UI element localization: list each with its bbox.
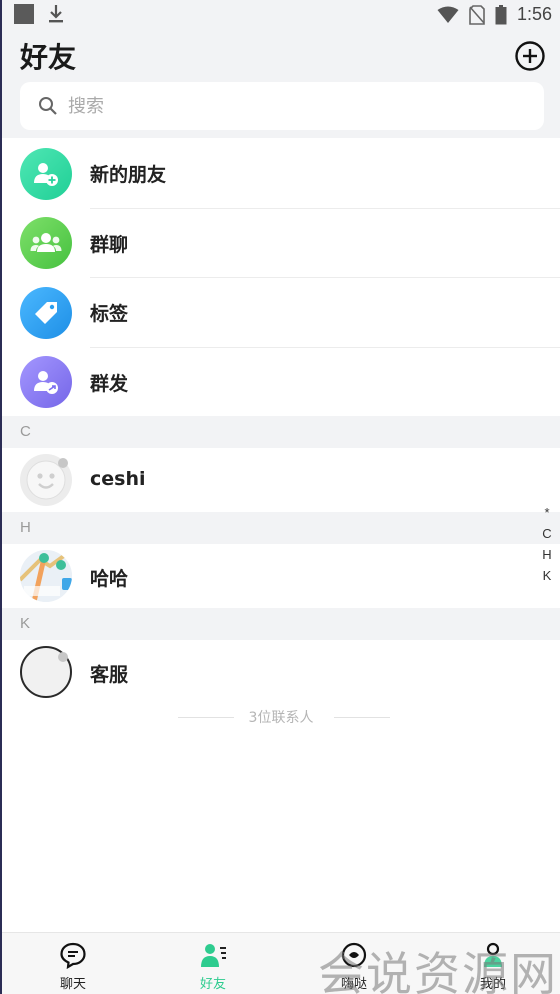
header: 好友: [2, 30, 560, 138]
menu-item-broadcast[interactable]: 群发: [2, 347, 560, 417]
menu-list: 新的朋友 群聊 标签 群发: [2, 139, 560, 417]
section-header-h: H: [2, 512, 560, 544]
section-letter: H: [20, 519, 31, 536]
section-letter: C: [20, 423, 31, 440]
contact-row-ceshi[interactable]: ceshi: [2, 448, 560, 512]
divider: [334, 717, 390, 718]
status-dot: [58, 652, 68, 662]
contact-row-kefu[interactable]: 客服: [2, 640, 560, 704]
chat-bubble-icon: [60, 942, 86, 969]
index-letter[interactable]: H: [542, 544, 551, 565]
battery-icon: [495, 4, 507, 24]
tab-profile[interactable]: 我的: [453, 939, 533, 993]
tab-label: 聊天: [59, 977, 86, 992]
menu-item-label: 新的朋友: [90, 164, 167, 187]
search-icon: [39, 97, 57, 115]
status-dot: [58, 458, 68, 468]
status-bar: 1:56: [2, 0, 560, 30]
menu-item-label: 群聊: [90, 233, 129, 256]
menu-item-label: 标签: [90, 303, 129, 326]
section-header-c: C: [2, 416, 560, 448]
menu-item-group-chat[interactable]: 群聊: [2, 208, 560, 278]
notification-square-icon: [14, 4, 34, 24]
tab-label: 我的: [479, 977, 506, 992]
group-icon: [20, 217, 72, 270]
tab-chat[interactable]: 聊天: [33, 939, 113, 993]
screen: 1:56 好友 搜索 新的朋友 群聊 标签 群发 C ceshi H 哈哈 K …: [0, 0, 560, 994]
add-button[interactable]: [514, 40, 546, 72]
menu-item-label: 群发: [90, 372, 129, 395]
tab-label: 嗨哒: [340, 977, 367, 992]
tab-label: 好友: [199, 977, 226, 992]
search-box[interactable]: [20, 82, 544, 130]
section-letter: K: [20, 615, 31, 632]
menu-item-tags[interactable]: 标签: [2, 278, 560, 348]
menu-item-new-friends[interactable]: 新的朋友: [2, 139, 560, 209]
avatar: [20, 550, 72, 602]
broadcast-icon: [20, 356, 72, 409]
contact-name: 客服: [90, 664, 129, 686]
contact-count: 3位联系人: [2, 705, 560, 729]
tag-icon: [20, 286, 72, 339]
contact-name: ceshi: [90, 468, 146, 490]
index-letter[interactable]: C: [542, 523, 551, 544]
index-letter[interactable]: *: [544, 502, 549, 523]
search-input[interactable]: [68, 95, 508, 117]
download-icon: [49, 5, 63, 23]
contact-name: 哈哈: [90, 568, 129, 590]
no-sim-icon: [469, 4, 485, 25]
wifi-icon: [437, 6, 459, 23]
status-time: 1:56: [516, 4, 552, 24]
profile-icon: [484, 942, 502, 967]
tab-contacts[interactable]: 好友: [173, 939, 253, 993]
alphabet-index-bar[interactable]: * C H K: [540, 502, 554, 586]
index-letter[interactable]: K: [543, 565, 552, 586]
bottom-tab-bar: 聊天 好友 嗨哒 我的: [2, 932, 560, 994]
discover-icon: [341, 942, 367, 968]
contact-row-haha[interactable]: 哈哈: [2, 544, 560, 608]
section-header-k: K: [2, 608, 560, 640]
contacts-icon: [201, 944, 226, 967]
tab-discover[interactable]: 嗨哒: [314, 939, 394, 993]
contact-count-text: 3位联系人: [248, 710, 314, 726]
add-user-icon: [20, 147, 72, 200]
page-title: 好友: [20, 41, 77, 74]
